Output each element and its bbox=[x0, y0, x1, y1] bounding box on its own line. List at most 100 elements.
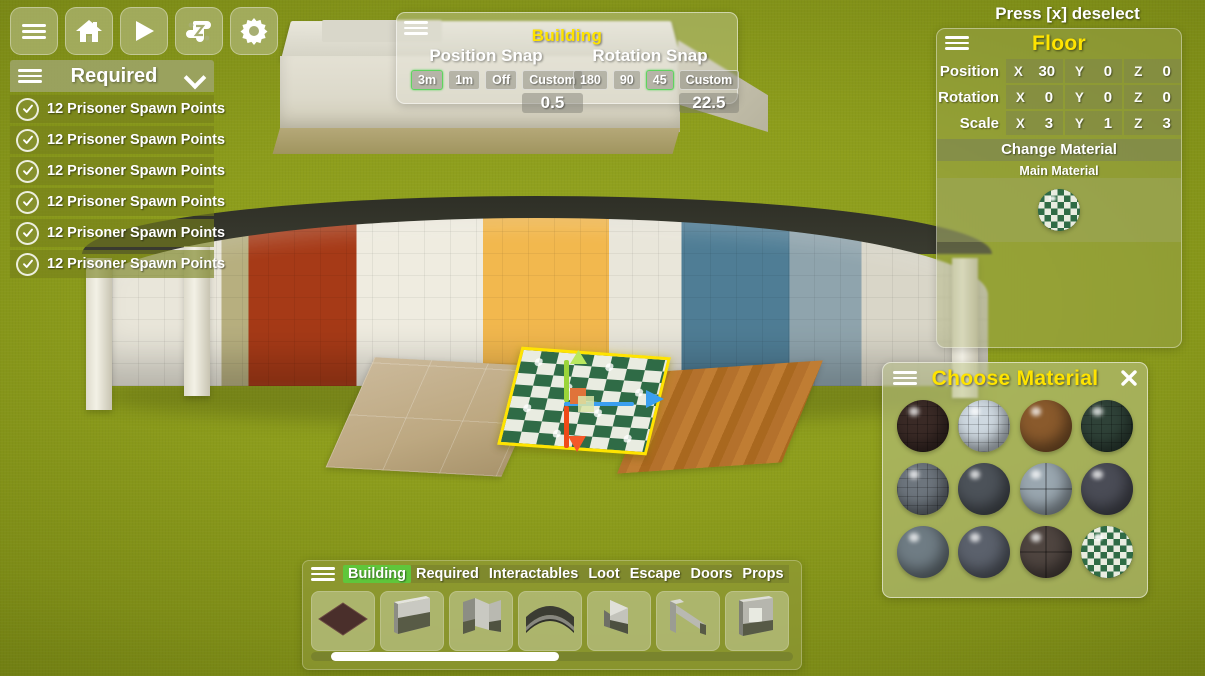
rotation-snap-option-45[interactable]: 45 bbox=[645, 70, 674, 90]
gizmo-axis-x[interactable] bbox=[564, 406, 569, 448]
position-snap-option-3m[interactable]: 3m bbox=[411, 70, 444, 90]
material-cell[interactable] bbox=[1080, 397, 1134, 455]
change-material-button[interactable]: Change Material bbox=[937, 139, 1181, 161]
window-wall-piece[interactable] bbox=[725, 591, 789, 651]
play-icon bbox=[136, 21, 154, 41]
axis-value: 0 bbox=[1103, 88, 1113, 106]
floor-piece[interactable] bbox=[311, 591, 375, 651]
tab-escape[interactable]: Escape bbox=[624, 565, 686, 583]
required-list-item[interactable]: 12 Prisoner Spawn Points bbox=[10, 188, 225, 216]
check-circle-icon bbox=[16, 97, 39, 121]
check-circle-icon bbox=[16, 252, 39, 276]
tab-doors[interactable]: Doors bbox=[685, 565, 738, 583]
hamburger-icon bbox=[22, 23, 46, 39]
menu-button[interactable] bbox=[10, 7, 58, 55]
material-cell[interactable] bbox=[896, 460, 950, 518]
angled-wall-piece[interactable] bbox=[587, 591, 651, 651]
main-material-slot[interactable] bbox=[937, 178, 1181, 242]
transform-gizmo[interactable] bbox=[564, 350, 674, 452]
material-cell[interactable] bbox=[1080, 460, 1134, 518]
material-swatch-charcoal-rock[interactable] bbox=[1080, 463, 1133, 515]
hamburger-icon[interactable] bbox=[311, 567, 335, 581]
rotation-snap-option-180[interactable]: 180 bbox=[573, 70, 608, 90]
required-list-item[interactable]: 12 Prisoner Spawn Points bbox=[10, 95, 225, 123]
tab-building[interactable]: Building bbox=[343, 565, 411, 583]
play-button[interactable] bbox=[120, 7, 168, 55]
material-cell[interactable] bbox=[896, 523, 950, 581]
rotation-snap-option-90[interactable]: 90 bbox=[612, 70, 641, 90]
required-list-item[interactable]: 12 Prisoner Spawn Points bbox=[10, 157, 225, 185]
quests-button[interactable] bbox=[175, 7, 223, 55]
required-list-item[interactable]: 12 Prisoner Spawn Points bbox=[10, 219, 225, 247]
material-swatch-light-grey-concrete[interactable] bbox=[1019, 463, 1072, 515]
material-swatch-dark-green-tile[interactable] bbox=[1080, 400, 1133, 452]
material-cell[interactable] bbox=[1080, 523, 1134, 581]
required-list-item-label: 12 Prisoner Spawn Points bbox=[47, 256, 226, 272]
transform-row-label: Scale bbox=[959, 114, 999, 132]
tab-loot[interactable]: Loot bbox=[583, 565, 625, 583]
corner-wall-piece[interactable] bbox=[449, 591, 513, 651]
transform-field-z[interactable]: Z0 bbox=[1124, 59, 1181, 83]
transform-field-x[interactable]: X 30 bbox=[1006, 59, 1063, 83]
material-cell[interactable] bbox=[896, 397, 950, 455]
curved-wall-piece-icon bbox=[523, 599, 577, 644]
check-circle-icon bbox=[16, 190, 39, 214]
transform-field-y[interactable]: Y0 bbox=[1065, 85, 1122, 109]
transform-field-z[interactable]: Z3 bbox=[1124, 111, 1181, 135]
tab-required[interactable]: Required bbox=[411, 565, 484, 583]
required-panel-header[interactable]: Required bbox=[10, 60, 214, 92]
axis-value: 0 bbox=[1162, 88, 1171, 106]
material-swatch-slate-grey[interactable] bbox=[958, 526, 1011, 578]
material-swatch-white-tile[interactable] bbox=[958, 400, 1011, 452]
palette-scrollbar-thumb[interactable] bbox=[331, 652, 559, 661]
material-swatch-green-white-checker[interactable] bbox=[1080, 526, 1133, 578]
material-cell[interactable] bbox=[957, 523, 1011, 581]
required-panel-title: Required bbox=[70, 64, 158, 87]
settings-button[interactable] bbox=[230, 7, 278, 55]
gizmo-axis-x-arrow[interactable] bbox=[568, 436, 586, 452]
material-swatch-grey-brick[interactable] bbox=[897, 463, 950, 515]
straight-wall-piece[interactable] bbox=[380, 591, 444, 651]
chevron-down-icon[interactable] bbox=[186, 70, 206, 82]
gizmo-axis-z-arrow[interactable] bbox=[646, 390, 664, 408]
axis-label: X bbox=[1015, 115, 1025, 131]
check-circle-icon bbox=[16, 221, 39, 245]
required-list-item[interactable]: 12 Prisoner Spawn Points bbox=[10, 126, 225, 154]
transform-field-x[interactable]: X0 bbox=[1006, 85, 1063, 109]
curved-wall-piece[interactable] bbox=[518, 591, 582, 651]
material-swatch-dark-brown-stone[interactable] bbox=[1019, 526, 1072, 578]
transform-field-x[interactable]: X3 bbox=[1006, 111, 1063, 135]
transform-field-z[interactable]: Z0 bbox=[1124, 85, 1181, 109]
tab-props[interactable]: Props bbox=[737, 565, 789, 583]
required-list-item[interactable]: 12 Prisoner Spawn Points bbox=[10, 250, 225, 278]
rotation-snap-option-custom[interactable]: Custom bbox=[678, 70, 740, 90]
home-button[interactable] bbox=[65, 7, 113, 55]
gizmo-axis-y[interactable] bbox=[564, 360, 569, 402]
material-swatch-dark-brown-tile[interactable] bbox=[897, 400, 950, 452]
material-cell[interactable] bbox=[1019, 523, 1073, 581]
rotation-snap-group: Rotation Snap 180 90 45 Custom 22.5 bbox=[573, 46, 740, 113]
material-swatch-blue-grey-smooth[interactable] bbox=[897, 526, 950, 578]
position-snap-options: 3m 1m Off Custom 0.5 bbox=[411, 70, 583, 113]
main-material-swatch[interactable] bbox=[1038, 189, 1080, 231]
tab-interactables[interactable]: Interactables bbox=[483, 565, 584, 583]
material-cell[interactable] bbox=[957, 397, 1011, 455]
rotation-snap-custom-value[interactable]: 22.5 bbox=[678, 93, 740, 113]
material-cell[interactable] bbox=[957, 460, 1011, 518]
rotation-snap-label: Rotation Snap bbox=[592, 46, 708, 65]
gizmo-plane-handle[interactable] bbox=[578, 396, 594, 412]
position-snap-option-1m[interactable]: 1m bbox=[448, 70, 481, 90]
transform-field-y[interactable]: Y1 bbox=[1065, 111, 1122, 135]
axis-label: Y bbox=[1074, 89, 1084, 105]
transform-row: Rotation X 0 Y 0 Z 0 bbox=[937, 85, 1181, 109]
material-cell[interactable] bbox=[1019, 460, 1073, 518]
position-snap-option-off[interactable]: Off bbox=[485, 70, 518, 90]
transform-field-y[interactable]: Y0 bbox=[1065, 59, 1122, 83]
building-snap-panel: Building Position Snap 3m 1m Off Custom … bbox=[396, 12, 740, 113]
material-cell[interactable] bbox=[1019, 397, 1073, 455]
hamburger-icon[interactable] bbox=[18, 69, 42, 83]
close-button[interactable] bbox=[1119, 368, 1139, 388]
material-swatch-brown-wood[interactable] bbox=[1019, 400, 1072, 452]
material-swatch-dark-speckled-stone[interactable] bbox=[958, 463, 1011, 515]
railing-ramp-piece[interactable] bbox=[656, 591, 720, 651]
